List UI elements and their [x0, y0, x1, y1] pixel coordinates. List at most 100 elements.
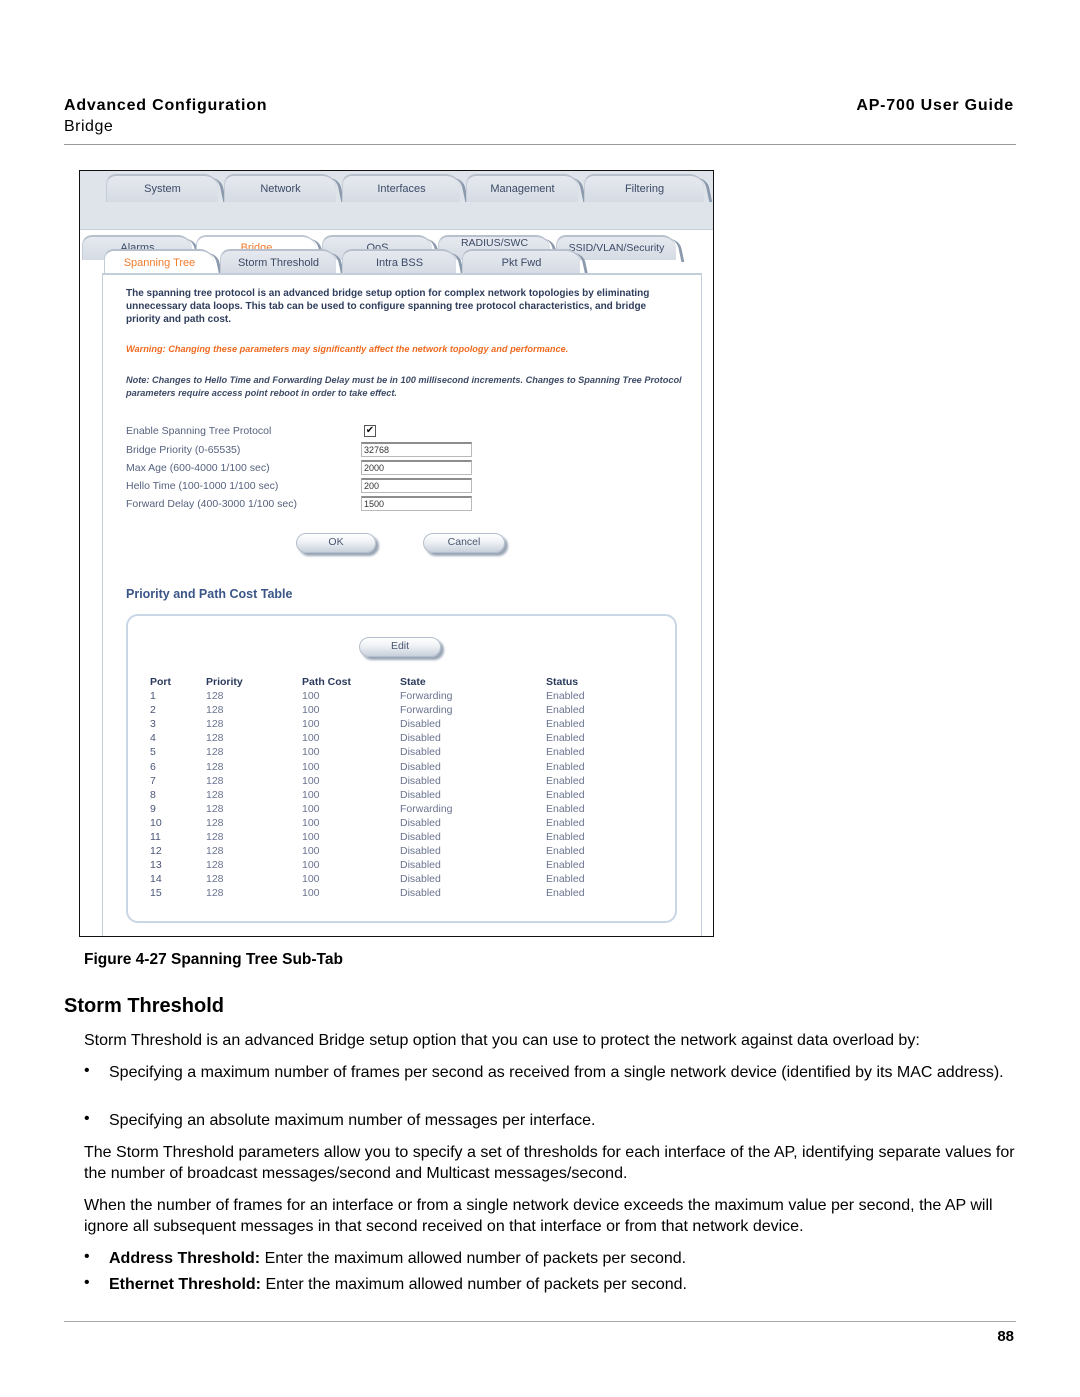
subtab-intra-bss[interactable]: Intra BSS [342, 249, 456, 274]
cell-state: Forwarding [400, 690, 453, 702]
col-header-priority: Priority [206, 676, 243, 688]
cell-priority: 128 [206, 718, 224, 731]
address-threshold-term: Address Threshold: [109, 1250, 261, 1267]
enable-stp-checkbox[interactable]: ✔ [364, 425, 376, 437]
cell-priority: 128 [206, 845, 224, 858]
bullet-marker: • [84, 1062, 90, 1079]
forward-delay-input[interactable] [361, 496, 472, 511]
cell-port: 10 [150, 816, 162, 829]
cell-path-cost: 100 [302, 690, 320, 702]
cell-priority: 128 [206, 859, 224, 872]
cell-status: Enabled [546, 746, 585, 759]
footer-divider [64, 1321, 1016, 1322]
cell-priority: 128 [206, 802, 224, 815]
max-age-input[interactable] [361, 460, 472, 475]
figure-caption: Figure 4-27 Spanning Tree Sub-Tab [84, 951, 343, 968]
cell-priority: 128 [206, 887, 224, 900]
cell-state: Forwarding [400, 704, 453, 717]
cell-port: 15 [150, 887, 162, 900]
thresholds-paragraph: The Storm Threshold parameters allow you… [84, 1144, 1015, 1182]
cell-path-cost: 100 [302, 718, 320, 731]
cell-state: Disabled [400, 788, 441, 801]
table-row: 12 128 100 Disabled Enabled [80, 845, 713, 859]
hello-time-input[interactable] [361, 478, 472, 493]
tab-radius-line1: RADIUS/SWC [460, 237, 529, 249]
tab-system[interactable]: System [106, 174, 218, 202]
tab-network[interactable]: Network [224, 174, 336, 202]
cancel-button[interactable]: Cancel [423, 533, 505, 553]
col-header-status: Status [546, 676, 579, 688]
col-header-port: Port [150, 676, 171, 688]
cell-state: Disabled [400, 873, 441, 886]
edit-button[interactable]: Edit [359, 637, 441, 657]
bullet-item: Specifying a maximum number of frames pe… [109, 1064, 1004, 1081]
hello-time-label: Hello Time (100-1000 1/100 sec) [126, 480, 279, 492]
cell-state: Disabled [400, 887, 441, 900]
cell-path-cost: 100 [302, 704, 320, 717]
running-header-subsection: Bridge [64, 118, 114, 135]
address-threshold-item: Address Threshold: Enter the maximum all… [109, 1248, 1024, 1269]
cell-state: Disabled [400, 816, 441, 829]
cell-path-cost: 100 [302, 859, 320, 872]
enable-stp-label: Enable Spanning Tree Protocol [126, 425, 272, 437]
table-row: 5 128 100 Disabled Enabled [80, 746, 713, 760]
cell-state: Disabled [400, 831, 441, 843]
address-threshold-desc: Enter the maximum allowed number of pack… [260, 1250, 687, 1267]
table-row: 11 128 100 Disabled Enabled [80, 831, 713, 845]
table-row: 10 128 100 Disabled Enabled [80, 817, 713, 831]
ok-button[interactable]: OK [296, 533, 376, 553]
table-row: 3 128 100 Disabled Enabled [80, 718, 713, 732]
table-row: 9 128 100 Forwarding Enabled [80, 803, 713, 817]
cell-path-cost: 100 [302, 760, 320, 773]
cell-state: Disabled [400, 859, 441, 872]
table-row: 7 128 100 Disabled Enabled [80, 775, 713, 789]
spanning-tree-screenshot: System Network Interfaces Management Fil… [79, 170, 714, 937]
tab-management[interactable]: Management [466, 174, 578, 202]
bridge-priority-input[interactable] [361, 442, 472, 457]
table-row: 1 128 100 Forwarding Enabled [80, 690, 713, 704]
cell-status: Enabled [546, 704, 585, 717]
cell-status: Enabled [546, 816, 585, 829]
bullet-item: Specifying an absolute maximum number of… [109, 1112, 596, 1129]
cell-status: Enabled [546, 845, 585, 858]
main-tab-row-2: Alarms Bridge QoS RADIUS/SWC Profiles SS… [80, 202, 713, 261]
bullet-marker: • [84, 1248, 90, 1265]
cell-priority: 128 [206, 746, 224, 759]
col-header-state: State [400, 676, 426, 688]
table-row: 14 128 100 Disabled Enabled [80, 873, 713, 887]
cell-state: Disabled [400, 718, 441, 731]
cell-status: Enabled [546, 788, 585, 801]
running-header-guide-title: AP-700 User Guide [856, 97, 1014, 114]
cell-path-cost: 100 [302, 802, 320, 815]
tab-filtering[interactable]: Filtering [584, 174, 704, 202]
table-row: 2 128 100 Forwarding Enabled [80, 704, 713, 718]
cell-port: 12 [150, 845, 162, 858]
cell-state: Disabled [400, 732, 441, 745]
subtab-pkt-fwd[interactable]: Pkt Fwd [462, 249, 580, 274]
cell-path-cost: 100 [302, 788, 320, 801]
subtab-spanning-tree[interactable]: Spanning Tree [104, 249, 214, 274]
cell-status: Enabled [546, 873, 585, 886]
cell-priority: 128 [206, 816, 224, 829]
cell-status: Enabled [546, 831, 585, 843]
tab-interfaces[interactable]: Interfaces [342, 174, 460, 202]
cell-status: Enabled [546, 802, 585, 815]
cell-port: 1 [150, 690, 156, 702]
header-divider [64, 144, 1016, 145]
subtab-storm-threshold[interactable]: Storm Threshold [220, 249, 336, 274]
cell-priority: 128 [206, 788, 224, 801]
cell-status: Enabled [546, 760, 585, 773]
cell-path-cost: 100 [302, 774, 320, 787]
cell-priority: 128 [206, 732, 224, 745]
cell-port: 5 [150, 746, 156, 759]
cell-path-cost: 100 [302, 816, 320, 829]
table-row: 13 128 100 Disabled Enabled [80, 859, 713, 873]
cell-port: 6 [150, 760, 156, 773]
cell-port: 11 [150, 831, 161, 843]
cell-port: 14 [150, 873, 162, 886]
cell-port: 13 [150, 859, 162, 872]
sub-tab-row: Spanning Tree Storm Threshold Intra BSS … [102, 249, 702, 274]
cell-state: Disabled [400, 845, 441, 858]
bullet-marker: • [84, 1110, 90, 1127]
cell-status: Enabled [546, 732, 585, 745]
